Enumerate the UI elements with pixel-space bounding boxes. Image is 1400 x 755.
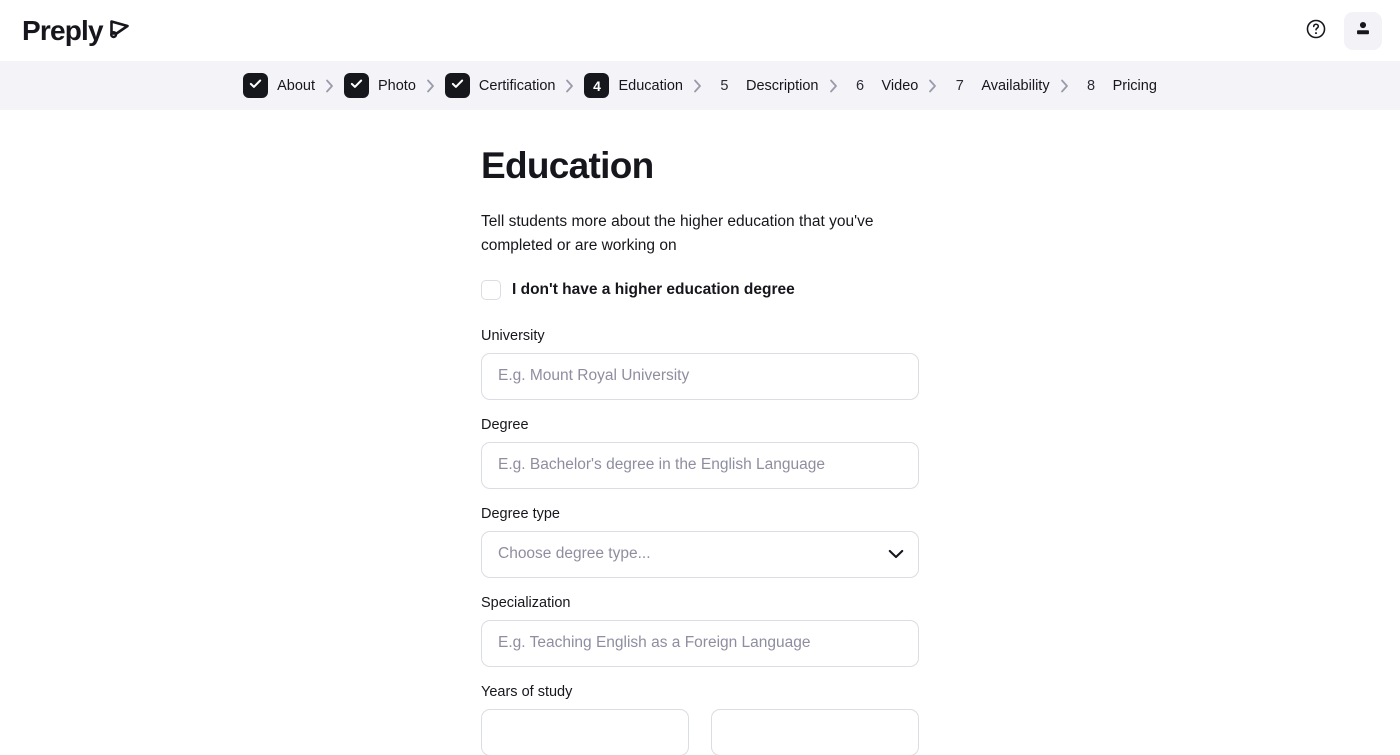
education-form: Education Tell students more about the h… — [481, 146, 919, 755]
step-number: 4 — [593, 77, 601, 94]
stepper-item-certification[interactable]: Certification — [444, 73, 556, 98]
no-degree-checkbox[interactable] — [481, 279, 501, 300]
page-description: Tell students more about the higher educ… — [481, 212, 874, 254]
stepper-item-education[interactable]: 4 Education — [584, 73, 683, 98]
stepper-item-photo[interactable]: Photo — [344, 73, 416, 98]
years-of-study-row — [481, 708, 919, 755]
stepper-label: About — [277, 77, 315, 94]
stepper-label: Education — [618, 77, 683, 94]
logo-wordmark: Preply — [22, 14, 104, 46]
degree-type-field: Degree type Choose degree type... — [481, 506, 919, 578]
step-number: 8 — [1087, 77, 1096, 94]
page-title: Education — [481, 145, 654, 186]
help-circle-icon — [1305, 18, 1327, 43]
specialization-field: Specialization — [481, 595, 919, 667]
stepper-label: Description — [745, 77, 819, 94]
chevron-right-icon — [416, 79, 445, 93]
chevron-right-icon — [555, 79, 584, 93]
university-field: University — [481, 328, 919, 400]
specialization-label: Specialization — [481, 594, 571, 611]
chevron-right-icon — [1050, 79, 1079, 93]
university-input[interactable] — [481, 352, 919, 400]
step-completed-badge — [243, 73, 269, 98]
degree-type-select[interactable]: Choose degree type... — [481, 530, 919, 578]
university-label: University — [481, 327, 545, 344]
account-button[interactable] — [1344, 11, 1382, 50]
specialization-input[interactable] — [481, 619, 919, 667]
chevron-right-icon — [683, 79, 712, 93]
years-of-study-label: Years of study — [481, 683, 573, 700]
check-icon — [248, 76, 263, 96]
stepper-item-availability[interactable]: 7 Availability — [947, 77, 1050, 94]
preply-speech-bubble-icon — [107, 14, 133, 47]
years-of-study-to-input[interactable] — [711, 708, 919, 755]
years-of-study-field: Years of study — [481, 684, 919, 755]
stepper-label: Video — [881, 77, 919, 94]
step-active-badge: 4 — [584, 73, 610, 98]
stepper-item-video[interactable]: 6 Video — [848, 77, 919, 94]
onboarding-stepper-bar: About Photo Certification 4 Education 5 … — [0, 61, 1400, 110]
years-of-study-from-input[interactable] — [481, 708, 689, 755]
degree-field: Degree — [481, 417, 919, 489]
check-icon — [450, 76, 465, 96]
stepper-label: Certification — [478, 77, 556, 94]
help-button[interactable] — [1302, 17, 1330, 45]
onboarding-stepper: About Photo Certification 4 Education 5 … — [243, 73, 1157, 98]
degree-type-label: Degree type — [481, 505, 560, 522]
chevron-right-icon — [819, 79, 848, 93]
person-icon — [1354, 20, 1372, 41]
chevron-right-icon — [918, 79, 947, 93]
no-degree-checkbox-label: I don't have a higher education degree — [512, 280, 795, 298]
no-degree-checkbox-row[interactable]: I don't have a higher education degree — [481, 279, 919, 300]
step-number: 6 — [855, 77, 865, 94]
chevron-right-icon — [315, 79, 344, 93]
step-completed-badge — [444, 73, 470, 98]
main-content: Education Tell students more about the h… — [0, 110, 1400, 755]
stepper-item-about[interactable]: About — [243, 73, 315, 98]
app-header: Preply — [0, 0, 1400, 61]
step-number: 7 — [955, 77, 964, 94]
degree-type-select-wrap: Choose degree type... — [481, 530, 919, 578]
check-icon — [349, 76, 364, 96]
stepper-label: Pricing — [1112, 77, 1157, 94]
stepper-item-pricing[interactable]: 8 Pricing — [1079, 78, 1157, 94]
stepper-label: Availability — [981, 77, 1050, 94]
degree-input[interactable] — [481, 441, 919, 489]
degree-label: Degree — [481, 416, 529, 433]
step-completed-badge — [344, 73, 369, 98]
preply-logo[interactable]: Preply — [22, 14, 133, 47]
header-actions — [1302, 11, 1382, 50]
step-number: 5 — [720, 77, 729, 94]
stepper-label: Photo — [378, 77, 416, 94]
degree-type-select-value: Choose degree type... — [498, 545, 651, 563]
stepper-item-description[interactable]: 5 Description — [712, 77, 819, 94]
